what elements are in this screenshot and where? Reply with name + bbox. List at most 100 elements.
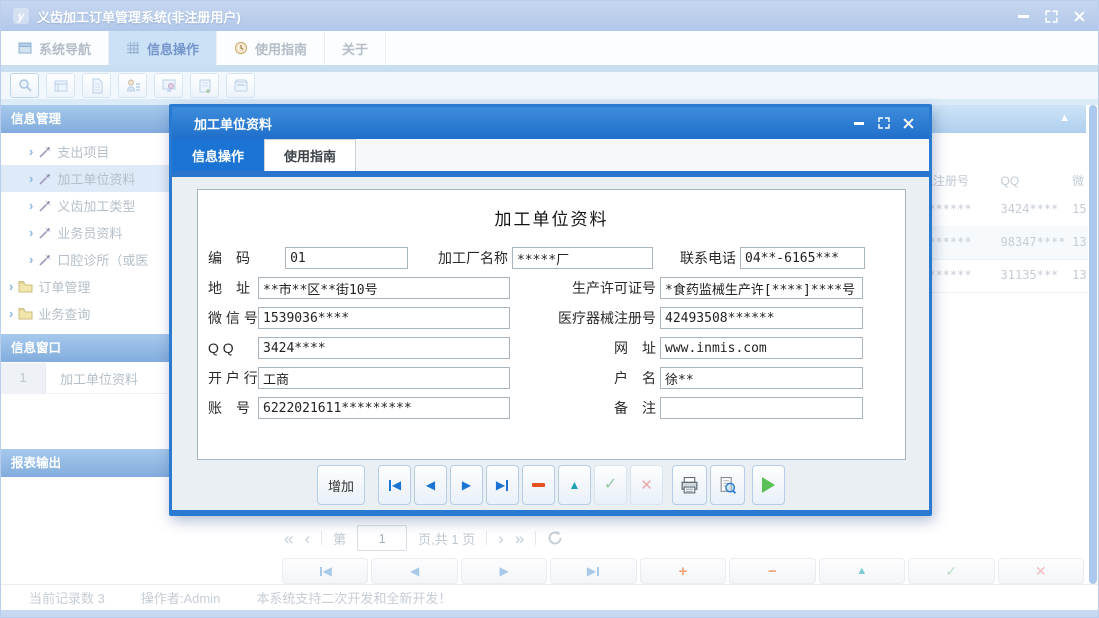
bank-field[interactable]	[258, 367, 510, 389]
phone-field[interactable]	[740, 247, 865, 269]
toolbar-monitor-button[interactable]	[154, 73, 183, 98]
nav-prev-button[interactable]: ◀	[414, 465, 447, 505]
prev-page-button[interactable]: ‹	[304, 530, 310, 547]
license-field[interactable]	[660, 277, 863, 299]
sidebar-item-processing-unit[interactable]: › 加工单位资料	[1, 165, 171, 192]
edit-button[interactable]: ▲	[558, 465, 591, 505]
account-field[interactable]	[258, 397, 510, 419]
tab-info-ops[interactable]: 信息操作	[109, 31, 217, 65]
first-page-button[interactable]: «	[284, 530, 293, 547]
chevron-right-icon: ›	[29, 172, 33, 185]
tab-about[interactable]: 关于	[325, 31, 386, 65]
toolbar-cardfile-button[interactable]	[46, 73, 75, 98]
dialog-close-button[interactable]	[902, 117, 915, 130]
nav-next-button[interactable]: ▶	[450, 465, 483, 505]
record-delete-button[interactable]: −	[729, 558, 815, 584]
close-button[interactable]	[1072, 9, 1086, 23]
minimize-icon	[1018, 15, 1029, 18]
cell-register: 8******	[921, 226, 1001, 259]
record-add-button[interactable]: +	[640, 558, 726, 584]
sidebar-item-denture-type[interactable]: › 义齿加工类型	[1, 192, 171, 219]
section-header-info-window[interactable]: 信息窗口	[1, 334, 171, 362]
sidebar-item-clinic[interactable]: › 口腔诊所（或医	[1, 246, 171, 273]
x-icon: ✕	[1035, 563, 1047, 580]
wand-icon	[38, 253, 52, 267]
main-tabbar: 系统导航 信息操作 使用指南 关于	[1, 31, 1098, 65]
address-field[interactable]	[258, 277, 510, 299]
application-window: y 义齿加工订单管理系统(非注册用户) 系统导航 信息操作 使用指南 关于	[0, 0, 1099, 618]
factory-field[interactable]	[512, 247, 653, 269]
address-label: 地 址	[208, 278, 258, 298]
next-page-button[interactable]: ›	[498, 530, 504, 547]
record-last-button[interactable]: ▶	[550, 558, 636, 584]
wechat-field[interactable]	[258, 307, 510, 329]
divider	[486, 531, 487, 545]
tab-system-nav[interactable]: 系统导航	[1, 31, 109, 65]
refresh-button[interactable]	[547, 530, 563, 546]
table-row[interactable]: 8****** 98347**** 13	[921, 226, 1088, 260]
record-first-button[interactable]: ◀	[282, 558, 368, 584]
toolbar-document-button[interactable]	[82, 73, 111, 98]
delete-button[interactable]	[522, 465, 555, 505]
record-prev-button[interactable]: ◀	[371, 558, 457, 584]
dialog-tab-guide[interactable]: 使用指南	[264, 139, 356, 171]
code-field[interactable]	[285, 247, 408, 269]
sidebar-item-label: 订单管理	[38, 277, 90, 296]
register-field[interactable]	[660, 307, 863, 329]
add-button[interactable]: 增加	[317, 465, 365, 505]
dialog-minimize-button[interactable]	[852, 117, 865, 130]
account-label: 账 号	[208, 398, 258, 418]
tab-label: 系统导航	[39, 39, 91, 58]
tab-guide[interactable]: 使用指南	[217, 31, 325, 65]
record-next-button[interactable]: ▶	[461, 558, 547, 584]
toolbar-sheet-add-button[interactable]	[190, 73, 219, 98]
section-header-report-output[interactable]: 报表输出	[1, 449, 171, 477]
table-row[interactable]: 2****** 31135*** 13	[921, 259, 1088, 293]
bottom-strip	[1, 610, 1098, 617]
table-row[interactable]: 8****** 3424**** 15	[921, 193, 1088, 227]
main-toolbar	[1, 72, 1098, 99]
tab-label: 关于	[342, 39, 368, 58]
collapse-arrow-icon[interactable]: ▲	[1059, 113, 1070, 124]
nav-last-button[interactable]: ▶	[486, 465, 519, 505]
cancel-button[interactable]: ✕	[630, 465, 663, 505]
sidebar-item-salesman[interactable]: › 业务员资料	[1, 219, 171, 246]
dialog-maximize-button[interactable]	[877, 117, 890, 130]
minimize-button[interactable]	[1016, 9, 1030, 23]
restore-button[interactable]	[1044, 9, 1058, 23]
last-page-button[interactable]: »	[515, 530, 524, 547]
holder-field[interactable]	[660, 367, 863, 389]
dialog-content: 加工单位资料 编 码 加工厂名称 联系电话 地 址 生产许可证号 微 信 号 医…	[172, 177, 929, 510]
toolbar-archive-button[interactable]	[226, 73, 255, 98]
close-icon	[1074, 11, 1085, 22]
print-button[interactable]	[672, 465, 707, 505]
sidebar-item-order-mgmt[interactable]: › 订单管理	[1, 273, 171, 300]
run-button[interactable]	[752, 465, 785, 505]
next-icon: ▶	[499, 564, 508, 578]
sidebar-item-expenditure[interactable]: › 支出项目	[1, 138, 171, 165]
wechat-label: 微 信 号	[208, 308, 258, 328]
info-window-row[interactable]: 1 加工单位资料	[1, 363, 171, 394]
record-toolbar: ◀ ◀ ▶ ▶ + − ▲ ✓ ✕	[282, 558, 1084, 584]
vertical-scrollbar[interactable]	[1089, 105, 1097, 584]
page-input[interactable]	[357, 525, 407, 551]
post-button[interactable]: ✓	[594, 465, 627, 505]
sidebar-item-business-query[interactable]: › 业务查询	[1, 300, 171, 327]
section-header-info-mgmt[interactable]: 信息管理	[1, 105, 171, 133]
preview-button[interactable]	[710, 465, 745, 505]
statusbar: 当前记录数 3 操作者:Admin 本系统支持二次开发和全新开发！	[1, 584, 1098, 610]
nav-first-button[interactable]: ◀	[378, 465, 411, 505]
record-cancel-button[interactable]: ✕	[998, 558, 1084, 584]
record-edit-button[interactable]: ▲	[819, 558, 905, 584]
remark-field[interactable]	[660, 397, 863, 419]
qq-field[interactable]	[258, 337, 510, 359]
toolbar-search-button[interactable]	[10, 73, 39, 98]
website-field[interactable]	[660, 337, 863, 359]
dialog-tab-info-ops[interactable]: 信息操作	[172, 139, 264, 171]
last-icon: ▶	[587, 564, 596, 578]
toolbar-staff-button[interactable]	[118, 73, 147, 98]
cell-qq: 98347****	[1001, 226, 1073, 259]
record-post-button[interactable]: ✓	[908, 558, 994, 584]
first-icon: ◀	[392, 479, 401, 491]
folder-icon	[18, 280, 33, 293]
